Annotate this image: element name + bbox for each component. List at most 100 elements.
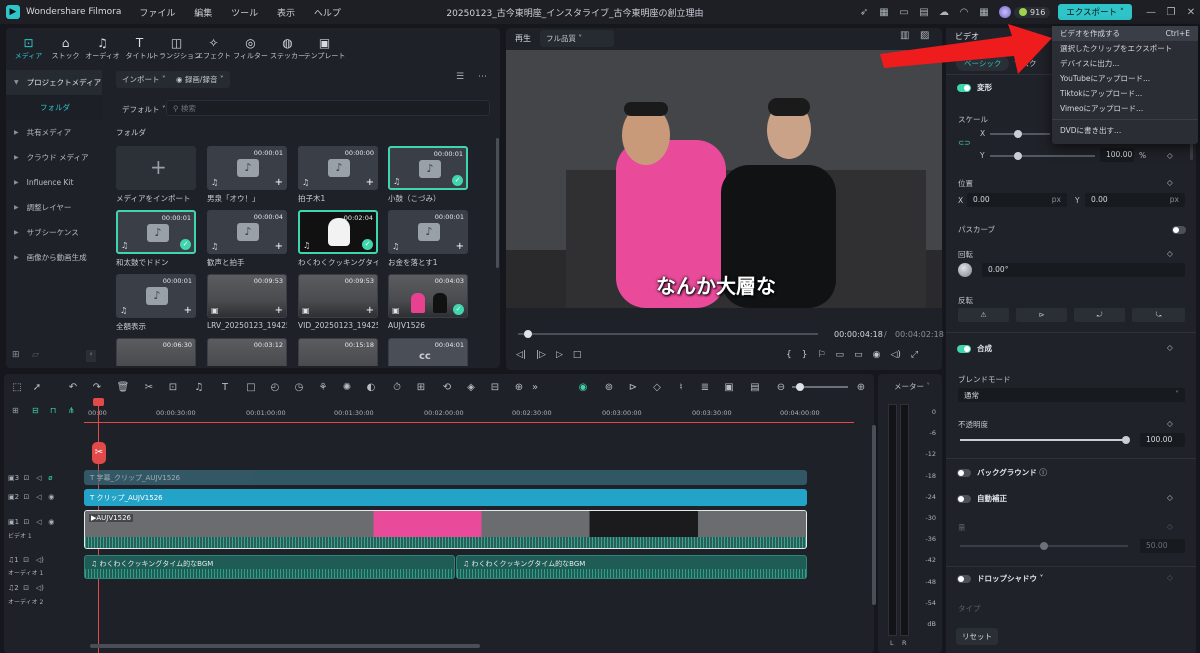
speed-icon[interactable]: ◴: [266, 378, 284, 396]
filter-list-icon[interactable]: ☰: [456, 72, 464, 82]
color-icon[interactable]: ⚘: [314, 378, 332, 396]
volume-icon[interactable]: ◁): [890, 350, 900, 360]
media-card[interactable]: 00:09:53▣+ VID_20250123_19425...: [298, 274, 378, 330]
media-card[interactable]: 00:06:30: [116, 338, 196, 366]
menu-tools[interactable]: ツール: [231, 9, 258, 19]
select-tool-icon[interactable]: ⬚: [8, 378, 26, 396]
play-pause-icon[interactable]: |▷: [536, 350, 546, 360]
reset-button[interactable]: リセット: [956, 628, 998, 645]
media-card[interactable]: ♪ 00:00:01 ♫ + お金を落とす1: [388, 210, 468, 268]
background-section[interactable]: バックグラウンド ⓘ: [957, 467, 1047, 478]
media-card[interactable]: 00:09:53▣+ LRV_20250123_19425...: [207, 274, 287, 330]
opacity-slider[interactable]: [960, 436, 1130, 444]
tab-template[interactable]: ▣ テンプレート: [304, 28, 346, 68]
diamond-icon[interactable]: ◇: [1167, 522, 1173, 531]
media-card[interactable]: 00:04:03 ▣ ✓ AUJV1526: [388, 274, 468, 330]
menu-item-dvd[interactable]: DVDに書き出す...: [1052, 123, 1198, 138]
playback-scrubber[interactable]: [518, 330, 818, 338]
media-card[interactable]: 00:02:04♫✓ わくわくクッキングタイム的...: [298, 210, 378, 268]
restore-icon[interactable]: ❐: [1162, 3, 1180, 21]
send-icon[interactable]: ➶: [855, 3, 873, 21]
lock-icon[interactable]: ⊡: [23, 584, 29, 592]
audio-clip[interactable]: ♫ わくわくクッキングタイム的なBGM: [84, 555, 455, 579]
ai-clip-icon[interactable]: ⊚: [600, 378, 618, 396]
background-toggle[interactable]: [957, 469, 971, 477]
rotate-left-icon[interactable]: ⤿: [1132, 308, 1185, 322]
mark-out-icon[interactable]: }: [802, 350, 808, 360]
composite-toggle[interactable]: [957, 345, 971, 353]
tab-filter[interactable]: ◎ フィルター: [232, 28, 269, 68]
zoom-slider[interactable]: [792, 383, 848, 391]
more-tools-icon[interactable]: »: [526, 378, 544, 396]
tree-cloud-media[interactable]: ▶ クラウド メディア: [6, 145, 102, 170]
shape-tool-icon[interactable]: □: [242, 378, 260, 396]
delete-icon[interactable]: 🗑: [114, 378, 132, 396]
tree-shared-media[interactable]: ▶ 共有メディア: [6, 120, 102, 145]
pip-icon[interactable]: ▣: [720, 378, 738, 396]
slider-knob[interactable]: [1014, 152, 1022, 160]
text-tool-icon[interactable]: T: [216, 378, 234, 396]
hidden-eye-icon[interactable]: ø: [48, 474, 52, 482]
subtitle-clip[interactable]: T 字幕_クリップ_AUJV1526: [84, 470, 807, 485]
tree-image-to-video[interactable]: ▶ 画像から動画生成: [6, 245, 102, 270]
close-icon[interactable]: ✕: [1182, 3, 1200, 21]
rotate-dial[interactable]: [958, 263, 972, 277]
cut-icon[interactable]: ✂: [140, 378, 158, 396]
amount-slider[interactable]: [960, 542, 1128, 550]
media-scrollbar[interactable]: [496, 138, 499, 268]
help-icon[interactable]: ⓘ: [1039, 468, 1047, 477]
amount-input[interactable]: 50.00: [1140, 539, 1185, 553]
tab-transition[interactable]: ◫ トランジション: [152, 28, 201, 68]
media-card[interactable]: cc 00:04:01: [388, 338, 468, 366]
media-card[interactable]: ♪ 00:00:00 ♫ + 拍子木1: [298, 146, 378, 204]
undo-icon[interactable]: ↶: [64, 378, 82, 396]
mute-icon[interactable]: ◁: [36, 493, 41, 501]
monitor-icon[interactable]: ▭: [854, 350, 863, 360]
diamond-icon[interactable]: ◇: [1167, 573, 1173, 582]
pos-x-input[interactable]: 0.00 px: [967, 193, 1067, 207]
menu-item-vimeo[interactable]: Vimeoにアップロード...: [1052, 101, 1198, 116]
blend-dropdown[interactable]: 通常 ˅: [958, 388, 1185, 402]
stabilize-icon[interactable]: ◈: [462, 378, 480, 396]
pos-y-input[interactable]: 0.00 px: [1085, 193, 1185, 207]
flip-horizontal-icon[interactable]: ⚠: [958, 308, 1009, 322]
mask-icon[interactable]: ◐: [362, 378, 380, 396]
diamond-icon[interactable]: ◇: [1167, 151, 1173, 160]
audio-tool-icon[interactable]: ♫: [190, 378, 208, 396]
lock-icon[interactable]: ⊡: [23, 556, 29, 564]
zoom-knob[interactable]: [796, 383, 804, 391]
tab-stock[interactable]: ⌂ ストック: [47, 28, 84, 68]
import-button[interactable]: インポート ˅: [116, 71, 172, 88]
meter-chevron-icon[interactable]: ˅: [926, 382, 930, 391]
redo-icon[interactable]: ↷: [88, 378, 106, 396]
fullscreen-icon[interactable]: ⤢: [911, 350, 918, 360]
mark-in-icon[interactable]: {: [786, 350, 792, 360]
timeline-hscroll[interactable]: [90, 644, 480, 648]
ai-icon[interactable]: ✺: [338, 378, 356, 396]
menu-item-export-selected[interactable]: 選択したクリップをエクスポート: [1052, 41, 1198, 56]
slider-knob[interactable]: [1122, 436, 1130, 444]
folder-icon[interactable]: ▱: [32, 350, 39, 360]
marker-icon[interactable]: ⚐: [817, 350, 825, 360]
lock-icon[interactable]: ⊡: [24, 493, 30, 501]
tab-media[interactable]: ⊡ メディア: [10, 28, 47, 68]
more-icon[interactable]: ⋯: [478, 72, 487, 82]
menu-item-create-video[interactable]: ビデオを作成する Ctrl+E: [1052, 26, 1198, 41]
scale-y-slider[interactable]: [990, 152, 1095, 160]
crop-icon[interactable]: ⊡: [164, 378, 182, 396]
rotate-input[interactable]: 0.00°: [982, 263, 1185, 277]
menu-file[interactable]: ファイル: [139, 9, 175, 19]
shield-icon[interactable]: ◇: [648, 378, 666, 396]
render-preview-icon[interactable]: ⊳: [624, 378, 642, 396]
add-track-icon[interactable]: ⊞: [12, 406, 19, 415]
green-screen-icon[interactable]: ⊟: [486, 378, 504, 396]
new-folder-icon[interactable]: ⊞: [12, 350, 20, 360]
rotate-right-icon[interactable]: ⤾: [1074, 308, 1125, 322]
media-card[interactable]: + メディアをインポート: [116, 146, 196, 204]
diamond-icon[interactable]: ◇: [1167, 419, 1173, 428]
lock-icon[interactable]: ⊡: [24, 518, 30, 526]
timer-icon[interactable]: ⏱: [388, 378, 406, 396]
diamond-icon[interactable]: ◇: [1167, 178, 1173, 187]
play-icon[interactable]: ▷: [556, 350, 563, 360]
media-card[interactable]: 00:15:18: [298, 338, 378, 366]
